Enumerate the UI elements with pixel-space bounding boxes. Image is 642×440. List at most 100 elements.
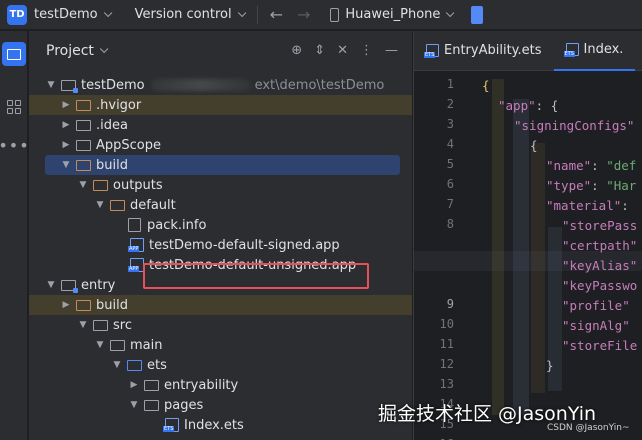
line-number: 10 <box>439 317 454 331</box>
watermark-sub: CSDN @JasonYin~ <box>547 423 630 433</box>
tree-item-label: src <box>113 317 132 333</box>
chevron-down-icon[interactable] <box>237 8 246 17</box>
more-tools-button[interactable]: ••• <box>0 133 29 157</box>
tree-item-hvigor[interactable]: ▶ .hvigor <box>29 95 412 115</box>
caret-down-icon[interactable]: ▼ <box>46 80 56 90</box>
code-line: "keyPasswo <box>562 277 638 293</box>
tree-item-label: testDemo <box>81 77 145 93</box>
version-control-menu[interactable]: Version control <box>135 7 232 22</box>
folder-icon <box>144 379 159 391</box>
line-number: 8 <box>446 217 454 231</box>
folder-icon <box>76 139 91 151</box>
tree-item-main[interactable]: ▼ main <box>29 335 412 355</box>
project-panel-tools: ⊕ ⇕ ✕ ⋮ — <box>291 43 398 58</box>
chevron-down-icon[interactable] <box>99 44 109 54</box>
caret-down-icon[interactable]: ▼ <box>61 160 71 170</box>
tree-item-label: build <box>96 157 128 173</box>
line-number: 7 <box>446 197 454 211</box>
line-number: 1 <box>446 77 454 91</box>
toolbar-separator <box>256 5 258 24</box>
tab-index[interactable]: Index. <box>553 31 636 71</box>
caret-down-icon[interactable]: ▼ <box>95 200 105 210</box>
tree-item-label: entryability <box>164 377 239 393</box>
folder-icon <box>76 99 91 111</box>
device-selector[interactable]: Huawei_Phone <box>345 7 440 22</box>
code-line: "signAlg" <box>562 317 630 333</box>
collapse-icon[interactable]: ✕ <box>337 43 348 58</box>
line-number: 2 <box>446 97 454 111</box>
line-number: 6 <box>446 177 454 191</box>
code-line: "signingConfigs" <box>514 117 635 133</box>
redacted-path <box>150 79 251 91</box>
locate-icon[interactable]: ⊕ <box>291 43 302 58</box>
code-line: "type": "Har <box>546 177 637 193</box>
tree-item-label: entry <box>81 277 116 293</box>
caret-down-icon[interactable]: ▼ <box>78 180 88 190</box>
chevron-down-icon[interactable] <box>103 8 112 17</box>
chevron-down-icon[interactable] <box>446 8 455 17</box>
ets-file-icon <box>424 44 439 58</box>
indent-guide <box>513 99 529 415</box>
line-number: 4 <box>446 137 454 151</box>
file-icon <box>128 218 141 232</box>
ets-file-icon <box>563 43 579 57</box>
indent-guide <box>492 79 504 415</box>
caret-down-icon[interactable]: ▼ <box>112 360 122 370</box>
tab-entryability[interactable]: EntryAbility.ets <box>414 31 554 71</box>
tree-item-label: .hvigor <box>96 97 142 113</box>
caret-down-icon[interactable]: ▼ <box>78 320 88 330</box>
tree-item-outputs[interactable]: ▼ outputs <box>29 175 412 195</box>
tree-item-build[interactable]: ▼ build <box>45 155 400 175</box>
back-arrow-icon[interactable]: ← <box>270 5 283 24</box>
caret-right-icon[interactable]: ▶ <box>61 120 71 130</box>
tree-item-root[interactable]: ▼ testDemo ext\demo\testDemo <box>29 75 412 95</box>
tree-item-label: main <box>130 337 163 353</box>
title-bar: TD testDemo Version control ← → Huawei_P… <box>0 0 642 30</box>
code-line: "keyAlias" <box>562 257 638 273</box>
caret-right-icon[interactable]: ▶ <box>61 100 71 110</box>
expand-icon[interactable]: ⇕ <box>314 43 325 58</box>
project-logo: TD <box>7 4 27 25</box>
tree-item-index-ets[interactable]: Index.ets <box>29 415 412 435</box>
tree-item-appscope[interactable]: ▶ AppScope <box>29 135 412 155</box>
tree-item-idea[interactable]: ▶ .idea <box>29 115 412 135</box>
code-line: { <box>530 137 538 153</box>
caret-down-icon[interactable]: ▼ <box>129 400 139 410</box>
code-line: "material": <box>546 197 629 213</box>
tree-item-entry-build[interactable]: ▶ build <box>29 295 412 315</box>
caret-right-icon[interactable]: ▶ <box>61 300 71 310</box>
code-line: "storePass <box>562 217 638 233</box>
project-panel-title[interactable]: Project <box>46 43 94 59</box>
tree-item-signed-app[interactable]: testDemo-default-signed.app <box>29 235 412 255</box>
tree-item-label: outputs <box>113 177 163 193</box>
tree-item-entryability[interactable]: ▶ entryability <box>29 375 412 395</box>
structure-icon <box>7 100 21 114</box>
structure-tool-button[interactable] <box>2 95 26 119</box>
options-icon[interactable]: ⋮ <box>360 43 373 58</box>
code-line: "profile" <box>562 297 630 313</box>
ets-file-icon <box>163 418 179 432</box>
line-number: 11 <box>439 337 454 351</box>
forward-arrow-icon[interactable]: → <box>297 5 310 24</box>
folder-icon <box>144 399 159 411</box>
caret-right-icon[interactable]: ▶ <box>61 140 71 150</box>
folder-icon <box>93 179 108 191</box>
line-number: 9 <box>446 297 454 311</box>
tree-item-pack-info[interactable]: pack.info <box>29 215 412 235</box>
caret-right-icon[interactable]: ▶ <box>129 380 139 390</box>
caret-down-icon[interactable]: ▼ <box>95 340 105 350</box>
folder-icon <box>76 119 91 131</box>
device-manager-icon[interactable] <box>471 5 484 24</box>
tree-item-default[interactable]: ▼ default <box>29 195 412 215</box>
caret-down-icon[interactable]: ▼ <box>46 280 56 290</box>
tree-item-ets[interactable]: ▼ ets <box>29 355 412 375</box>
tool-window-strip: ••• <box>0 31 29 440</box>
hide-icon[interactable]: — <box>385 43 398 58</box>
tree-item-pages[interactable]: ▼ pages <box>29 395 412 415</box>
watermark: 掘金技术社区 @JasonYin <box>378 403 597 425</box>
line-number: 5 <box>446 157 454 171</box>
project-tool-button[interactable] <box>2 42 26 66</box>
project-switcher[interactable]: testDemo <box>34 7 98 22</box>
folder-icon <box>76 299 91 311</box>
tree-item-src[interactable]: ▼ src <box>29 315 412 335</box>
